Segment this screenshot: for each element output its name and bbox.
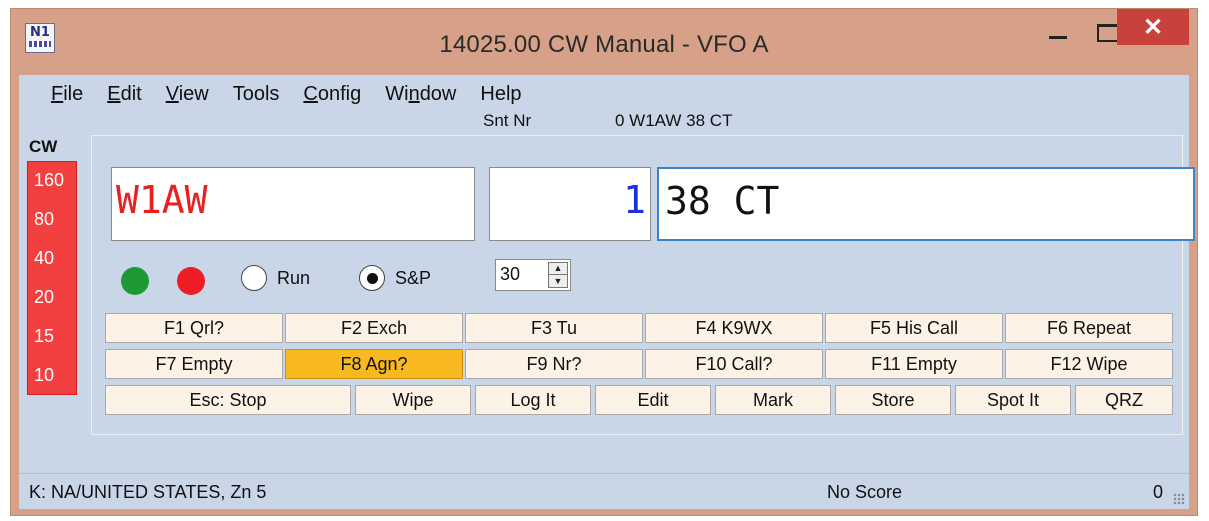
status-score: No Score (827, 482, 903, 502)
mark-button[interactable]: Mark (715, 385, 831, 415)
f9-button[interactable]: F9 Nr? (465, 349, 643, 379)
qrz-button[interactable]: QRZ (1075, 385, 1173, 415)
f7-button[interactable]: F7 Empty (105, 349, 283, 379)
f5-button[interactable]: F5 His Call (825, 313, 1003, 343)
menu-view[interactable]: View (166, 83, 209, 111)
spin-up-icon[interactable]: ▲ (549, 263, 567, 275)
f6-button[interactable]: F6 Repeat (1005, 313, 1173, 343)
f8-button[interactable]: F8 Agn? (285, 349, 463, 379)
store-button[interactable]: Store (835, 385, 951, 415)
band-item-15[interactable]: 15 (28, 318, 76, 357)
speed-spinner[interactable]: 30 ▲ ▼ (495, 259, 571, 291)
band-item-20[interactable]: 20 (28, 279, 76, 318)
main-panel: File Edit View Tools Config Window Help … (19, 75, 1195, 509)
close-button[interactable]: ✕ (1117, 9, 1189, 45)
run-radio-label: Run (277, 267, 311, 288)
f2-button[interactable]: F2 Exch (285, 313, 463, 343)
red-status-led-icon (177, 267, 205, 295)
spot-it-button[interactable]: Spot It (955, 385, 1071, 415)
exchange-value: 38 CT (665, 179, 780, 223)
edit-button[interactable]: Edit (595, 385, 711, 415)
mode-label: CW (29, 137, 58, 156)
maximize-icon (1097, 24, 1119, 42)
sp-radio-circle[interactable] (359, 265, 385, 291)
status-count: 0 (1152, 482, 1163, 502)
status-bar: K: NA/UNITED STATES, Zn 5 No Score 0 (19, 473, 1189, 509)
menu-bar: File Edit View Tools Config Window Help (19, 83, 522, 111)
run-radio[interactable]: Run (241, 265, 310, 291)
green-status-led-icon (121, 267, 149, 295)
menu-config[interactable]: Config (303, 83, 361, 111)
menu-window[interactable]: Window (385, 83, 456, 111)
wipe-button[interactable]: Wipe (355, 385, 471, 415)
serial-value: 1 (623, 178, 646, 222)
window-title: 14025.00 CW Manual - VFO A (439, 31, 769, 58)
f11-button[interactable]: F11 Empty (825, 349, 1003, 379)
band-item-80[interactable]: 80 (28, 201, 76, 240)
speed-value: 30 (500, 264, 521, 284)
serial-input[interactable]: 1 (489, 167, 651, 241)
resize-grip-icon[interactable] (1173, 493, 1185, 505)
speed-spinner-buttons: ▲ ▼ (548, 262, 568, 288)
app-window: N1 14025.00 CW Manual - VFO A ✕ File Edi… (10, 8, 1198, 516)
status-location: K: NA/UNITED STATES, Zn 5 (29, 482, 267, 502)
sent-number-label: Snt Nr (483, 111, 532, 130)
sp-radio-label: S&P (395, 267, 432, 288)
callsign-value: W1AW (116, 178, 208, 222)
band-item-10[interactable]: 10 (28, 357, 76, 396)
callsign-input[interactable]: W1AW (111, 167, 475, 241)
minimize-button[interactable] (1035, 21, 1081, 53)
log-it-button[interactable]: Log It (475, 385, 591, 415)
f12-button[interactable]: F12 Wipe (1005, 349, 1173, 379)
menu-file[interactable]: File (51, 83, 83, 111)
esc-stop-button[interactable]: Esc: Stop (105, 385, 351, 415)
title-bar[interactable]: N1 14025.00 CW Manual - VFO A ✕ (11, 9, 1197, 75)
sent-exchange-value: 0 W1AW 38 CT (615, 111, 733, 130)
band-item-40[interactable]: 40 (28, 240, 76, 279)
spin-down-icon[interactable]: ▼ (549, 275, 567, 287)
run-radio-circle[interactable] (241, 265, 267, 291)
menu-tools[interactable]: Tools (233, 83, 280, 111)
f3-button[interactable]: F3 Tu (465, 313, 643, 343)
band-item-160[interactable]: 160 (28, 162, 76, 201)
exchange-input[interactable]: 38 CT (657, 167, 1195, 241)
band-list: 160 80 40 20 15 10 (27, 161, 77, 395)
close-icon: ✕ (1142, 13, 1164, 41)
menu-help[interactable]: Help (480, 83, 521, 111)
radio-selected-dot-icon (366, 272, 378, 284)
menu-edit[interactable]: Edit (107, 83, 141, 111)
f1-button[interactable]: F1 Qrl? (105, 313, 283, 343)
minimize-icon (1049, 35, 1067, 39)
f4-button[interactable]: F4 K9WX (645, 313, 823, 343)
sp-radio[interactable]: S&P (359, 265, 431, 291)
f10-button[interactable]: F10 Call? (645, 349, 823, 379)
